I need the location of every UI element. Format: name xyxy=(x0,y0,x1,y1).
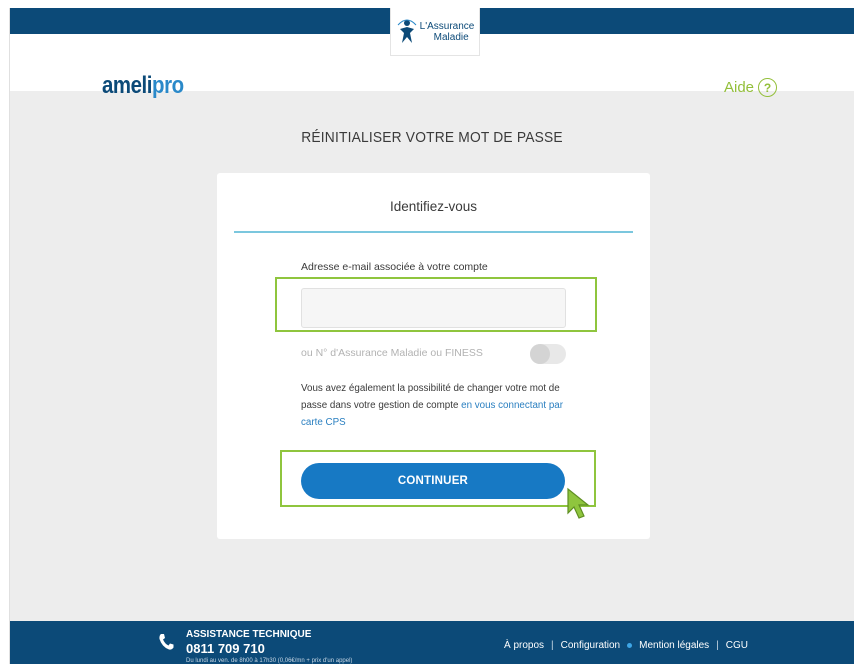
footer-links: À propos | Configuration Mention légales… xyxy=(504,640,748,651)
assurance-line-2: Maladie xyxy=(433,31,469,43)
footer-separator: | xyxy=(716,640,719,651)
footer-link-configuration[interactable]: Configuration xyxy=(561,640,620,651)
alt-identifier-label: ou N° d'Assurance Maladie ou FINESS xyxy=(301,347,483,359)
help-label: Aide xyxy=(724,79,755,96)
assurance-line-1: L'Assurance xyxy=(419,20,475,32)
brand-pro: pro xyxy=(152,72,184,99)
assurance-maladie-text: L'Assurance Maladie xyxy=(420,21,475,43)
browser-frame: amelipro Aide ? L'Assurance Maladie RÉIN… xyxy=(9,8,854,664)
amelipro-logo[interactable]: amelipro xyxy=(102,72,184,100)
assistance-phone[interactable]: 0811 709 710 xyxy=(186,641,265,656)
mouse-cursor-icon xyxy=(567,487,590,519)
assurance-maladie-logo: L'Assurance Maladie xyxy=(390,8,480,56)
help-link[interactable]: Aide ? xyxy=(724,78,778,97)
footer: ASSISTANCE TECHNIQUE 0811 709 710 Du lun… xyxy=(10,621,854,664)
footer-separator: | xyxy=(551,640,554,651)
footer-dot-icon xyxy=(627,643,633,648)
alt-identifier-toggle[interactable] xyxy=(530,344,566,364)
footer-link-cgu[interactable]: CGU xyxy=(726,640,748,651)
footer-link-about[interactable]: À propos xyxy=(504,640,544,651)
footer-link-legal[interactable]: Mention légales xyxy=(639,640,709,651)
question-icon: ? xyxy=(758,78,778,97)
assistance-hours: Du lundi au ven. de 8h00 à 17h30 (0,06€/… xyxy=(186,658,353,664)
email-field-highlight xyxy=(275,277,597,332)
card-title: Identifiez-vous xyxy=(389,199,478,214)
assistance-title: ASSISTANCE TECHNIQUE xyxy=(186,629,312,640)
toggle-knob xyxy=(530,344,550,364)
info-text: Vous avez également la possibilité de ch… xyxy=(301,380,571,431)
email-label: Adresse e-mail associée à votre compte xyxy=(301,261,488,273)
brand-ameli: ameli xyxy=(102,72,153,99)
assurance-maladie-emblem-icon xyxy=(397,19,417,43)
continue-button-highlight xyxy=(280,450,596,507)
page-title: RÉINITIALISER VOTRE MOT DE PASSE xyxy=(301,129,563,146)
card-divider xyxy=(234,231,633,233)
phone-icon xyxy=(159,634,174,650)
